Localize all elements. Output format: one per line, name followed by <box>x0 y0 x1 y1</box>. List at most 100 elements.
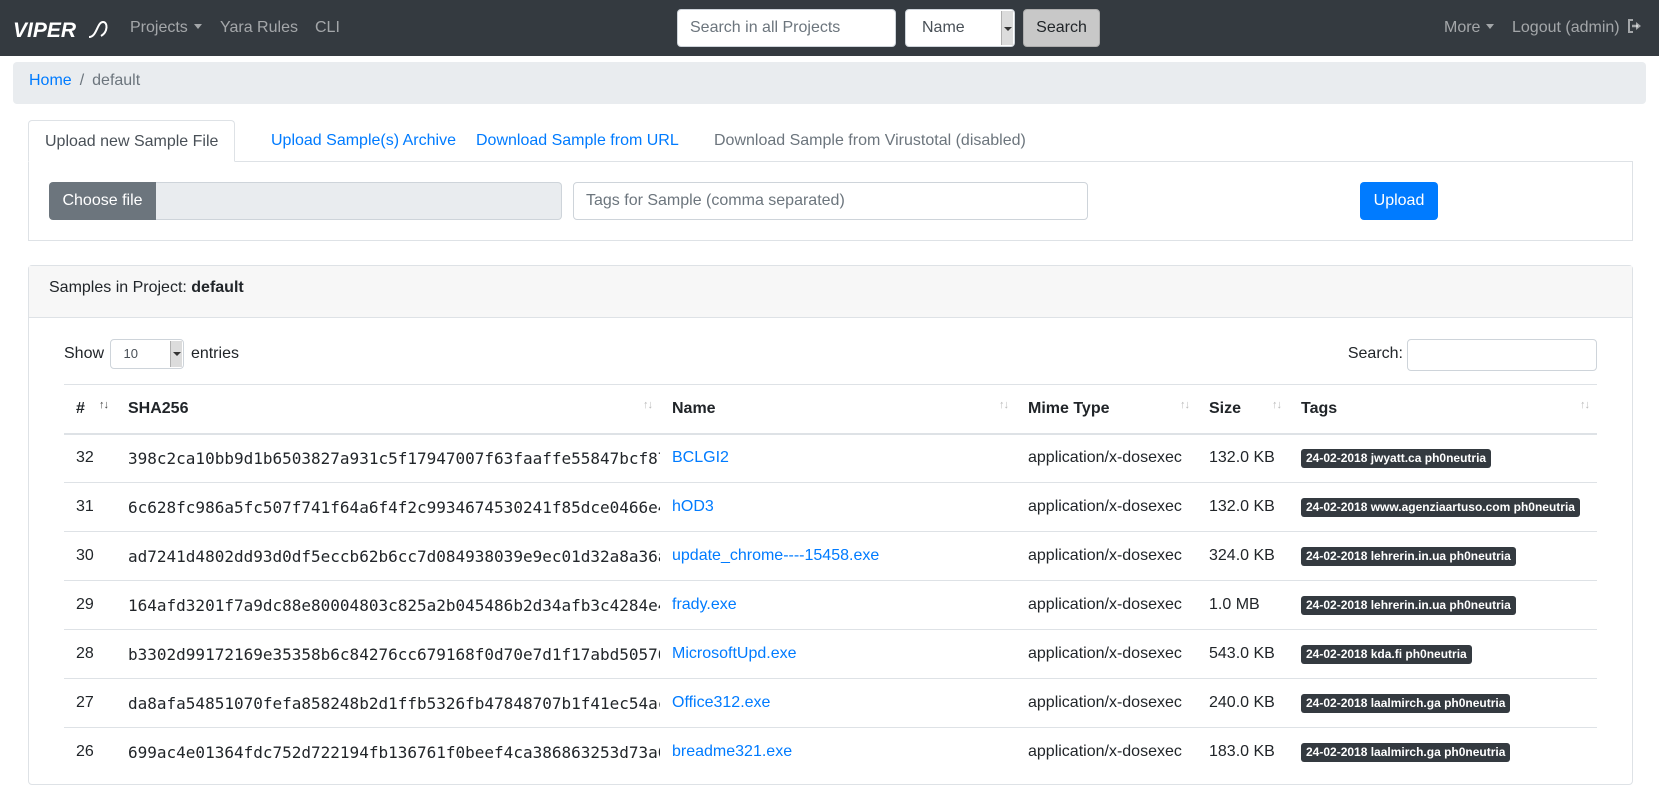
nav-logout[interactable]: Logout (admin) <box>1512 17 1642 39</box>
row-sample-link[interactable]: BCLGI2 <box>672 449 729 466</box>
entries-label: entries <box>190 345 239 362</box>
tag-badge: 24-02-2018 www.agenziaartuso.com ph0neut… <box>1301 497 1580 517</box>
entries-length-control: Show 10 entries <box>64 339 239 371</box>
global-search-button[interactable]: Search <box>1023 9 1100 47</box>
row-sha256: ad7241d4802dd93d0df5eccb62b6cc7d08493803… <box>116 531 660 581</box>
column-header-tags[interactable]: Tags ↑↓ <box>1289 384 1597 435</box>
nav-projects-label: Projects <box>130 19 188 36</box>
file-input[interactable]: Choose file <box>49 182 562 220</box>
row-sample-link[interactable]: MicrosoftUpd.exe <box>672 645 797 662</box>
row-id: 29 <box>64 580 116 630</box>
nav-more-dropdown[interactable]: More <box>1444 17 1495 39</box>
row-size: 240.0 KB <box>1197 678 1289 728</box>
row-sha256: 6c628fc986a5fc507f741f64a6f4f2c993467453… <box>116 482 660 532</box>
tab-upload-archive[interactable]: Upload Sample(s) Archive <box>255 120 472 162</box>
breadcrumb-separator: / <box>79 72 85 89</box>
card-project-name: default <box>191 279 244 296</box>
samples-card-header: Samples in Project: default <box>29 266 1632 318</box>
entries-length-select[interactable]: 10 <box>110 339 185 369</box>
column-header-mime[interactable]: Mime Type ↑↓ <box>1016 384 1197 435</box>
table-row: 31 6c628fc986a5fc507f741f64a6f4f2c993467… <box>64 482 1597 532</box>
tag-badge: 24-02-2018 kda.fi ph0neutria <box>1301 644 1472 664</box>
table-row: 26 699ac4e01364fdc752d722194fb136761f0be… <box>64 727 1597 777</box>
upload-button[interactable]: Upload <box>1360 182 1438 220</box>
sort-icon: ↑↓ <box>99 399 109 411</box>
row-mime: application/x-dosexec <box>1016 531 1197 581</box>
row-mime: application/x-dosexec <box>1016 580 1197 630</box>
tags-input[interactable]: Tags for Sample (comma separated) <box>573 182 1088 220</box>
sort-icon: ↑↓ <box>1272 399 1282 411</box>
row-size: 324.0 KB <box>1197 531 1289 581</box>
breadcrumb-home[interactable]: Home <box>29 72 72 89</box>
row-mime: application/x-dosexec <box>1016 727 1197 777</box>
row-sample-link[interactable]: breadme321.exe <box>672 743 792 760</box>
table-search-label: Search: <box>1347 345 1403 362</box>
nav-cli[interactable]: CLI <box>315 17 340 39</box>
row-id: 26 <box>64 727 116 777</box>
table-row: 30 ad7241d4802dd93d0df5eccb62b6cc7d08493… <box>64 531 1597 581</box>
row-mime: application/x-dosexec <box>1016 482 1197 532</box>
samples-card: Samples in Project: default Show 10 entr… <box>28 265 1633 785</box>
column-header-name[interactable]: Name ↑↓ <box>660 384 1016 435</box>
row-sha256: 164afd3201f7a9dc88e80004803c825a2b045486… <box>116 580 660 630</box>
choose-file-button[interactable]: Choose file <box>49 182 156 220</box>
upload-tabs: Upload new Sample File Upload Sample(s) … <box>28 120 1633 162</box>
tag-badge: 24-02-2018 lehrerin.in.ua ph0neutria <box>1301 546 1516 566</box>
table-row: 27 da8afa54851070fefa858248b2d1ffb5326fb… <box>64 678 1597 728</box>
row-sample-link[interactable]: hOD3 <box>672 498 714 515</box>
entries-length-value: 10 <box>123 346 138 361</box>
tab-download-virustotal: Download Sample from Virustotal (disable… <box>714 132 1026 149</box>
table-header-row: # ↑↓ SHA256 ↑↓ Name ↑↓ Mime Type ↑↓ Size ↑↓ T… <box>64 384 1597 435</box>
table-search: Search: <box>1348 339 1597 371</box>
breadcrumb: Home / default <box>13 62 1646 104</box>
row-sha256: b3302d99172169e35358b6c84276cc679168f0d7… <box>116 629 660 679</box>
row-sample-link[interactable]: update_chrome----15458.exe <box>672 547 879 564</box>
table-row: 28 b3302d99172169e35358b6c84276cc679168f… <box>64 629 1597 679</box>
sort-icon: ↑↓ <box>999 399 1009 411</box>
tag-badge: 24-02-2018 lehrerin.in.ua ph0neutria <box>1301 595 1516 615</box>
breadcrumb-current: default <box>92 72 141 89</box>
row-mime: application/x-dosexec <box>1016 433 1197 483</box>
row-mime: application/x-dosexec <box>1016 678 1197 728</box>
row-size: 543.0 KB <box>1197 629 1289 679</box>
samples-table: # ↑↓ SHA256 ↑↓ Name ↑↓ Mime Type ↑↓ Size ↑↓ T… <box>64 384 1597 777</box>
viper-logo[interactable]: VIPER <box>13 16 108 42</box>
row-sample-link[interactable]: frady.exe <box>672 596 737 613</box>
column-header-sha256[interactable]: SHA256 ↑↓ <box>116 384 660 435</box>
nav-yara-rules[interactable]: Yara Rules <box>220 17 298 39</box>
table-row: 29 164afd3201f7a9dc88e80004803c825a2b045… <box>64 580 1597 630</box>
logout-label: Logout (admin) <box>1512 19 1620 36</box>
global-search-input[interactable]: Search in all Projects <box>677 9 896 47</box>
column-header-size[interactable]: Size ↑↓ <box>1197 384 1289 435</box>
tag-badge: 24-02-2018 laalmirch.ga ph0neutria <box>1301 742 1511 762</box>
nav-projects-dropdown[interactable]: Projects <box>130 17 202 39</box>
row-sha256: 398c2ca10bb9d1b6503827a931c5f17947007f63… <box>116 433 660 483</box>
row-id: 28 <box>64 629 116 679</box>
sort-icon: ↑↓ <box>643 399 653 411</box>
search-field-select[interactable]: Name <box>905 9 1015 47</box>
file-name-display[interactable] <box>156 182 562 220</box>
tag-badge: 24-02-2018 jwyatt.ca ph0neutria <box>1301 448 1492 468</box>
sort-icon: ↑↓ <box>1180 399 1190 411</box>
chevron-down-icon <box>193 24 202 29</box>
tab-download-url[interactable]: Download Sample from URL <box>460 120 695 162</box>
row-mime: application/x-dosexec <box>1016 629 1197 679</box>
column-header-id[interactable]: # ↑↓ <box>64 384 116 435</box>
table-search-input[interactable] <box>1407 339 1597 371</box>
row-id: 31 <box>64 482 116 532</box>
show-label: Show <box>64 345 105 362</box>
svg-text:VIPER: VIPER <box>13 19 77 42</box>
nav-more-label: More <box>1444 19 1481 36</box>
sign-out-icon <box>1628 19 1642 33</box>
row-id: 30 <box>64 531 116 581</box>
row-id: 32 <box>64 433 116 483</box>
chevron-down-icon <box>1001 11 1013 45</box>
row-sha256: da8afa54851070fefa858248b2d1ffb5326fb478… <box>116 678 660 728</box>
row-id: 27 <box>64 678 116 728</box>
row-size: 183.0 KB <box>1197 727 1289 777</box>
row-sample-link[interactable]: Office312.exe <box>672 694 770 711</box>
row-sha256: 699ac4e01364fdc752d722194fb136761f0beef4… <box>116 727 660 777</box>
tab-upload-file[interactable]: Upload new Sample File <box>28 120 236 162</box>
chevron-down-icon <box>170 341 183 367</box>
table-row: 32 398c2ca10bb9d1b6503827a931c5f17947007… <box>64 433 1597 483</box>
